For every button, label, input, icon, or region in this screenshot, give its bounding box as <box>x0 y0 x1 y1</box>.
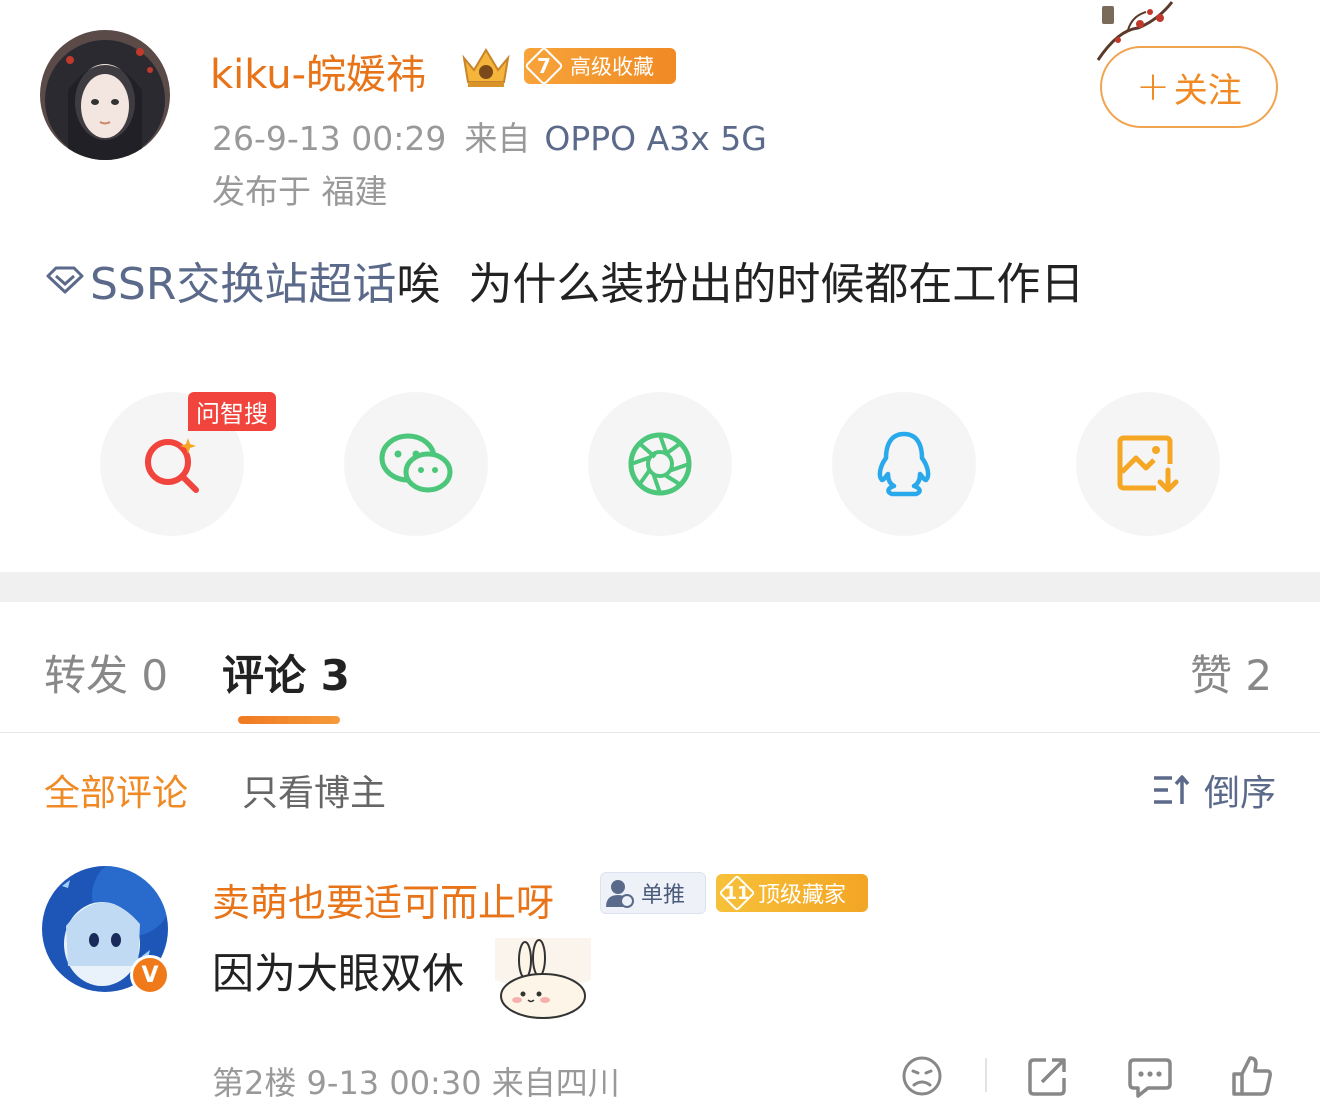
comment-meta: 第2楼 9-13 00:30 来自四川 <box>212 1064 620 1102</box>
active-tab-indicator <box>238 716 340 724</box>
qq-icon <box>877 431 931 497</box>
bunny-sticker-icon <box>473 928 613 1024</box>
collector-label: 高级收藏 <box>570 55 654 79</box>
user-icon <box>606 880 634 908</box>
super-topic-link[interactable]: SSR交换站超话 <box>44 248 396 312</box>
collector-level-badge[interactable]: 7 高级收藏 <box>524 46 676 86</box>
tab-likes[interactable]: 赞 2 <box>1190 642 1272 703</box>
author-avatar[interactable] <box>40 30 170 160</box>
like-icon[interactable] <box>1230 1054 1274 1098</box>
commenter-username[interactable]: 卖萌也要适可而止呀 <box>212 872 554 927</box>
post-content: SSR交换站超话 唉 为什么装扮出的时候都在工作日 <box>44 248 1084 312</box>
moments-icon <box>628 432 692 496</box>
sort-button[interactable]: 倒序 <box>1152 764 1276 816</box>
post-timestamp: 26-9-13 00:29 <box>212 119 447 158</box>
ai-search-tag: 问智搜 <box>188 392 276 431</box>
collector-level: 7 <box>537 54 551 78</box>
follow-label: 关注 <box>1173 70 1242 111</box>
post-meta: 26-9-13 00:29 来自 OPPO A3x 5G <box>212 112 767 160</box>
sort-icon <box>1154 775 1190 804</box>
save-image-icon <box>1117 435 1179 493</box>
plus-icon: + <box>1136 64 1170 110</box>
super-topic-icon <box>46 266 84 294</box>
share-qq-button[interactable] <box>832 392 976 536</box>
verified-badge-icon: V <box>130 955 170 995</box>
sort-label: 倒序 <box>1204 773 1277 814</box>
fan-badge-label: 单推 <box>641 883 686 908</box>
collector-label: 顶级藏家 <box>758 883 847 908</box>
section-divider <box>0 572 1320 602</box>
collector-level-badge[interactable]: 11 顶级藏家 <box>716 874 868 912</box>
filter-all-comments[interactable]: 全部评论 <box>44 764 188 816</box>
action-divider <box>985 1058 987 1092</box>
post-text: 唉 为什么装扮出的时候都在工作日 <box>396 259 1085 310</box>
dislike-icon[interactable] <box>900 1054 944 1098</box>
comment-icon[interactable] <box>1128 1054 1172 1098</box>
follow-button[interactable]: + 关注 <box>1100 46 1278 128</box>
author-username[interactable]: kiku-皖媛祎 <box>210 42 426 100</box>
from-label: 来自 <box>464 119 531 158</box>
collector-level: 11 <box>724 882 750 904</box>
device-name[interactable]: OPPO A3x 5G <box>544 119 766 158</box>
save-image-button[interactable] <box>1076 392 1220 536</box>
comment-text: 因为大眼双休 <box>212 949 465 998</box>
fan-badge[interactable]: 单推 <box>600 872 706 914</box>
filter-author-only[interactable]: 只看博主 <box>242 764 386 816</box>
ai-search-icon <box>145 438 199 493</box>
share-moments-button[interactable] <box>588 392 732 536</box>
tab-repost[interactable]: 转发 0 <box>44 642 168 703</box>
wechat-icon <box>379 433 453 493</box>
tab-comments[interactable]: 评论 3 <box>222 642 350 703</box>
tabs-divider <box>0 732 1320 733</box>
post-location: 发布于 福建 <box>212 172 388 211</box>
share-wechat-button[interactable] <box>344 392 488 536</box>
super-topic-name: SSR交换站超话 <box>90 259 397 310</box>
share-icon[interactable] <box>1026 1054 1070 1098</box>
crown-badge-icon[interactable] <box>458 44 514 90</box>
